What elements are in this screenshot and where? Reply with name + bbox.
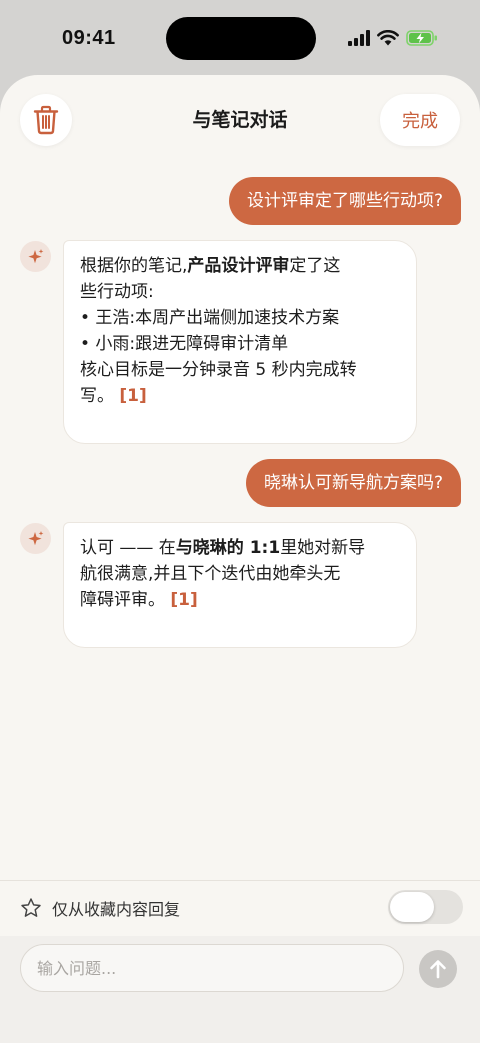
action-item: • 王浩:本周产出端侧加速技术方案 <box>80 308 340 328</box>
text-span: 障碍评审。 <box>80 590 165 610</box>
nav-bar: 与笔记对话 完成 <box>0 75 480 165</box>
question-input[interactable] <box>20 944 404 992</box>
text-span: 定了这 <box>289 256 341 276</box>
favorites-only-row: 仅从收藏内容回复 <box>0 880 480 936</box>
ai-message-line: 障碍评审。 [1] <box>80 587 400 613</box>
ai-message-line: 认可 —— 在与晓琳的 1:1里她对新导 <box>80 535 400 561</box>
ai-message-line: 根据你的笔记,产品设计评审定了这 <box>80 253 400 279</box>
favorites-only-label: 仅从收藏内容回复 <box>52 900 181 919</box>
status-time: 09:41 <box>62 27 116 49</box>
favorites-only-toggle[interactable] <box>388 890 463 924</box>
note-title-bold: 产品设计评审 <box>187 256 290 276</box>
action-item: • 小雨:跟进无障碍审计清单 <box>80 334 289 354</box>
text-span: 根据你的笔记, <box>80 256 188 276</box>
note-title-bold: 与晓琳的 1:1 <box>175 538 281 558</box>
ai-message-line: 核心目标是一分钟录音 5 秒内完成转 <box>80 360 357 380</box>
ai-avatar <box>20 241 51 272</box>
user-message-text: 设计评审定了哪些行动项? <box>246 191 443 211</box>
citation-link[interactable]: [1] <box>119 386 146 406</box>
send-button[interactable] <box>419 950 457 988</box>
chat-with-notes-screen: 09:41 与笔记对话 完成 设计评审定了哪些行动项? 根据你的笔记,产品设计评… <box>0 0 480 1043</box>
user-message-text: 晓琳认可新导航方案吗? <box>263 473 443 493</box>
status-bar: 09:41 <box>0 0 480 76</box>
ai-message: 认可 —— 在与晓琳的 1:1里她对新导 航很满意,并且下个迭代由她牵头无 障碍… <box>63 522 417 648</box>
citation-link[interactable]: [1] <box>170 590 197 610</box>
sparkle-icon <box>27 248 43 263</box>
composer <box>0 936 480 1043</box>
ai-message-line: 些行动项: <box>80 282 154 302</box>
done-button[interactable]: 完成 <box>380 94 460 146</box>
arrow-up-icon <box>430 960 446 979</box>
user-message: 设计评审定了哪些行动项? <box>228 177 461 225</box>
text-span: 里她对新导 <box>280 538 366 558</box>
wifi-icon <box>377 30 399 46</box>
delete-chat-button[interactable] <box>20 94 72 146</box>
trash-icon <box>33 105 59 135</box>
ai-message: 根据你的笔记,产品设计评审定了这 些行动项: • 王浩:本周产出端侧加速技术方案… <box>63 240 417 444</box>
user-message: 晓琳认可新导航方案吗? <box>245 459 461 507</box>
sparkle-icon <box>27 530 43 545</box>
ai-message-line: 航很满意,并且下个迭代由她牵头无 <box>80 564 341 584</box>
text-span: 认可 —— 在 <box>80 538 176 558</box>
toggle-knob <box>390 892 434 922</box>
text-span: 写。 <box>80 386 114 406</box>
status-icons <box>348 30 438 46</box>
ai-message-line: 写。 [1] <box>80 383 400 409</box>
ai-avatar <box>20 523 51 554</box>
cellular-signal-icon <box>348 30 370 46</box>
battery-charging-icon <box>406 30 437 46</box>
chat-sheet: 与笔记对话 完成 设计评审定了哪些行动项? 根据你的笔记,产品设计评审定了这 些… <box>0 75 480 1043</box>
dynamic-island <box>166 17 316 60</box>
star-icon <box>21 898 41 917</box>
